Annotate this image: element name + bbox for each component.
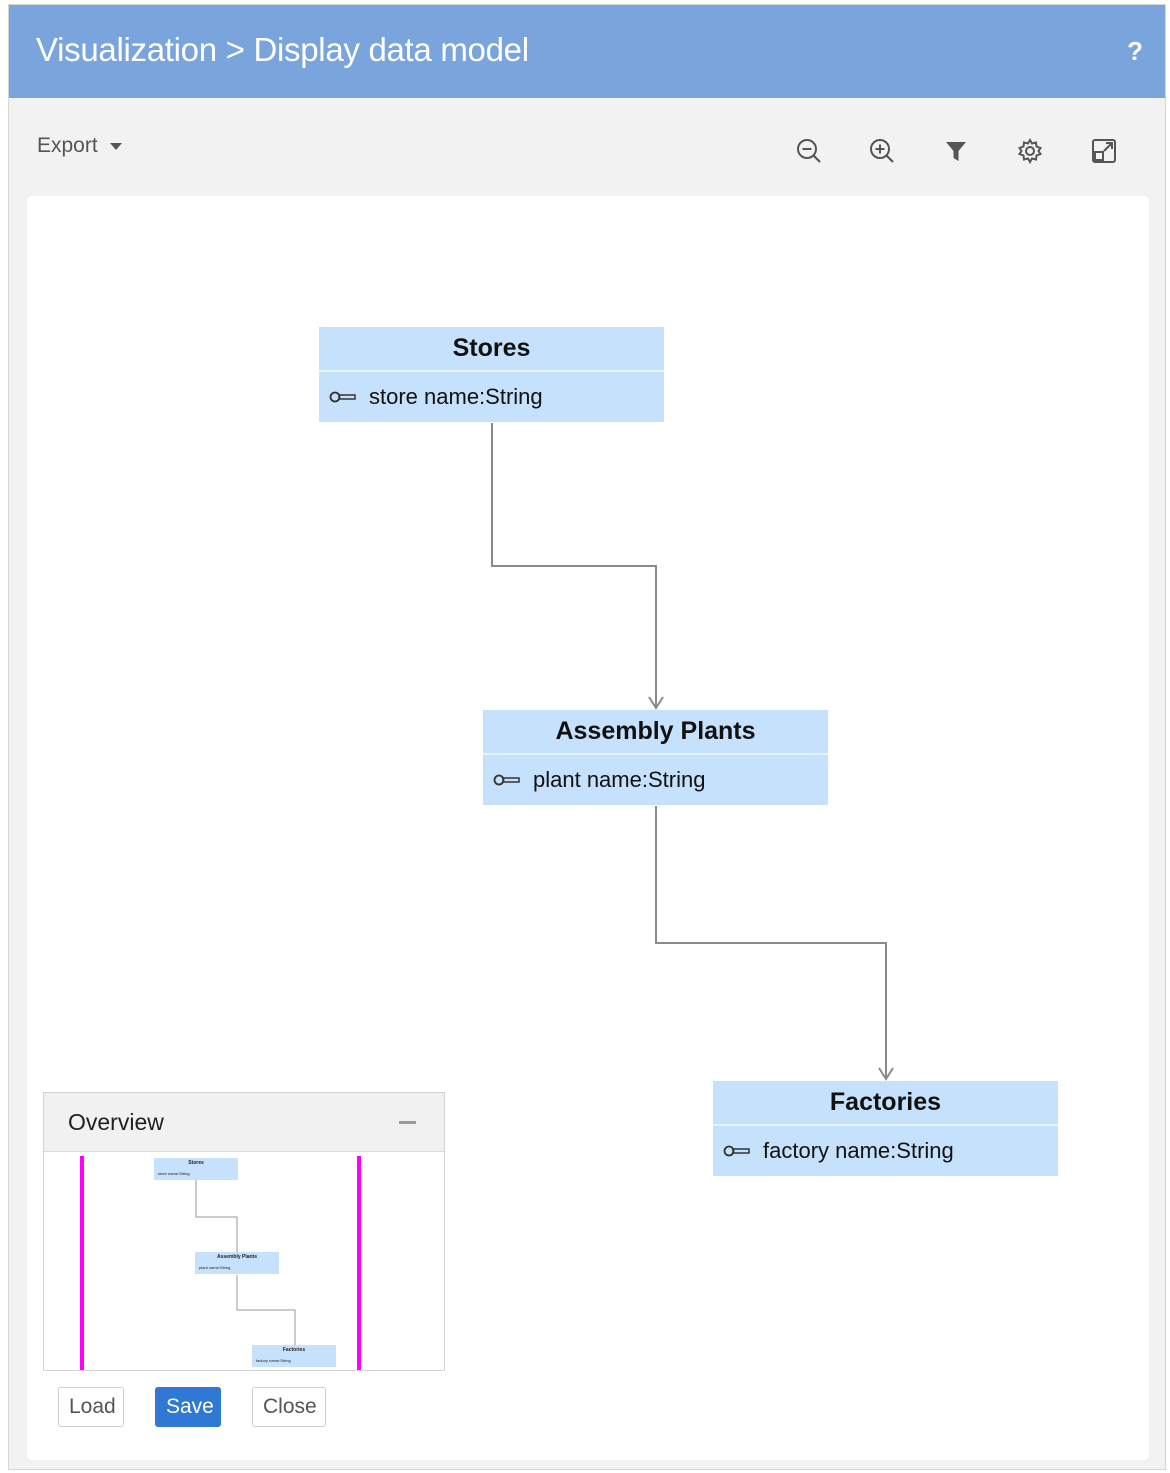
- caret-down-icon: [109, 142, 122, 150]
- attribute-label: factory name:String: [763, 1138, 954, 1163]
- entity-name: Stores: [319, 327, 664, 372]
- mini-node-name: Factories: [282, 1347, 306, 1353]
- attribute-label: store name:String: [369, 384, 543, 409]
- settings-gear-icon[interactable]: [1015, 136, 1045, 166]
- entity-stores[interactable]: Stores store name:String: [319, 327, 664, 422]
- mini-node-attribute: factory name:String: [256, 1358, 291, 1363]
- entity-attribute: factory name:String: [713, 1126, 1058, 1176]
- save-button[interactable]: Save: [155, 1387, 221, 1427]
- diagram-canvas[interactable]: Stores store name:String Assembly Plants…: [27, 196, 1149, 1460]
- key-icon: [329, 391, 356, 403]
- mini-node-attribute: store name:String: [158, 1171, 190, 1176]
- minimap-node-stores: Stores store name:String: [154, 1158, 238, 1180]
- attribute-label: plant name:String: [533, 767, 706, 792]
- zoom-in-icon[interactable]: [867, 136, 897, 166]
- overview-panel: Overview Stores store name:String Assemb…: [43, 1092, 445, 1371]
- connector-stores-assembly: [491, 423, 657, 708]
- entity-factories[interactable]: Factories factory name:String: [713, 1081, 1058, 1176]
- minimap-node-assembly-plants: Assembly Plants plant name:String: [195, 1252, 279, 1274]
- overview-header: Overview: [44, 1093, 444, 1152]
- close-button[interactable]: Close: [252, 1387, 326, 1427]
- load-button[interactable]: Load: [58, 1387, 124, 1427]
- filter-icon[interactable]: [941, 136, 971, 166]
- minimap-node-factories: Factories factory name:String: [252, 1345, 336, 1367]
- overview-title: Overview: [68, 1109, 164, 1135]
- entity-attribute: plant name:String: [483, 755, 828, 805]
- connector-assembly-factories: [655, 806, 887, 1079]
- title-bar: Visualization > Display data model ?: [9, 5, 1165, 98]
- entity-name: Assembly Plants: [483, 710, 828, 755]
- export-dropdown[interactable]: Export: [37, 134, 122, 158]
- breadcrumb-title: Visualization > Display data model: [36, 31, 529, 68]
- mini-node-name: Stores: [188, 1160, 204, 1166]
- mini-node-name: Assembly Plants: [216, 1254, 258, 1260]
- expand-icon[interactable]: [1089, 136, 1119, 166]
- overview-minimap[interactable]: Stores store name:String Assembly Plants…: [44, 1152, 444, 1371]
- export-label: Export: [37, 134, 98, 157]
- key-icon: [493, 774, 520, 786]
- viewport-right-edge: [357, 1156, 361, 1370]
- data-model-window: Visualization > Display data model ? Exp…: [8, 4, 1166, 1470]
- toolbar: Export: [9, 98, 1165, 196]
- help-button[interactable]: ?: [1127, 36, 1143, 67]
- zoom-out-icon[interactable]: [794, 136, 824, 166]
- entity-attribute: store name:String: [319, 372, 664, 422]
- key-icon: [723, 1145, 750, 1157]
- entity-name: Factories: [713, 1081, 1058, 1126]
- entity-assembly-plants[interactable]: Assembly Plants plant name:String: [483, 710, 828, 805]
- viewport-left-edge: [80, 1156, 84, 1370]
- mini-node-attribute: plant name:String: [199, 1265, 231, 1270]
- minimize-icon[interactable]: [399, 1121, 416, 1124]
